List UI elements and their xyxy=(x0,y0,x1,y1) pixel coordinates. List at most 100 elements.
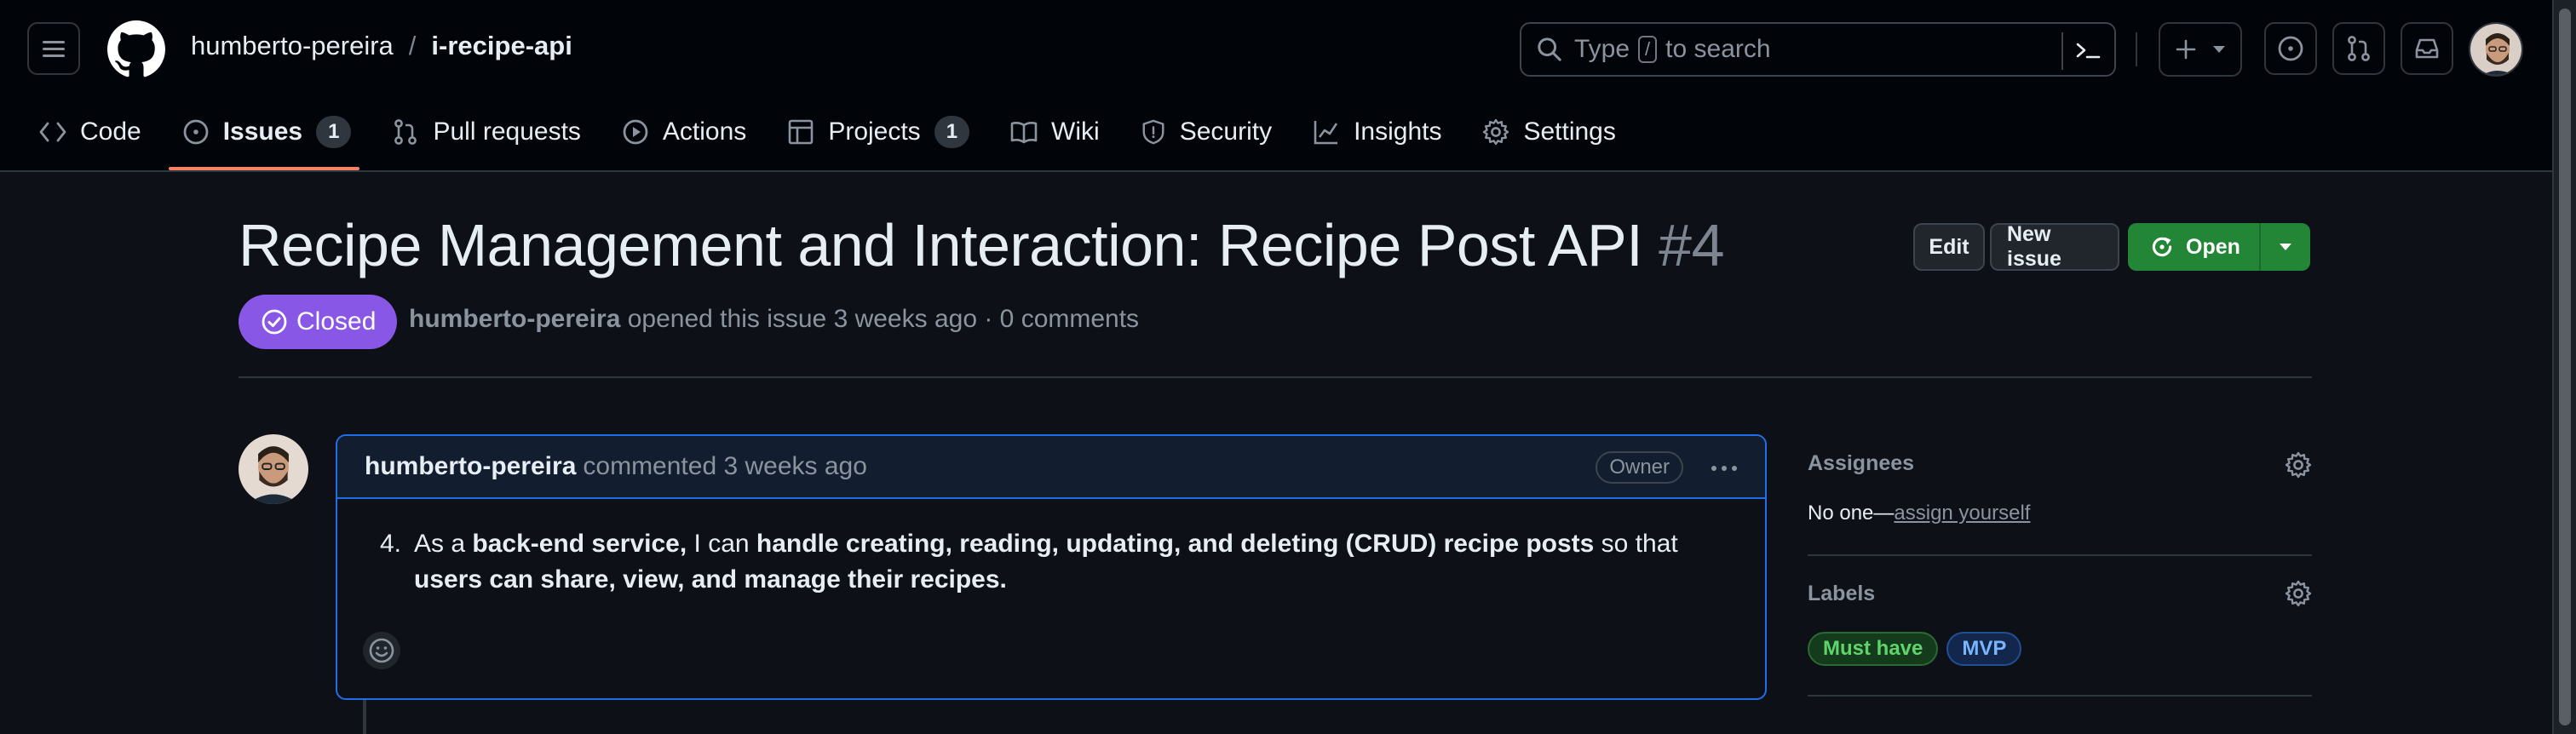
tab-code[interactable]: Code xyxy=(39,112,141,152)
menu-button[interactable] xyxy=(27,22,80,75)
tab-projects-counter: 1 xyxy=(934,116,970,148)
assignees-value: No one—assign yourself xyxy=(1808,502,2312,525)
pull-requests-shortcut-button[interactable] xyxy=(2332,22,2385,75)
issue-opened-icon xyxy=(183,119,209,145)
gear-icon xyxy=(2285,580,2312,607)
body-text-1: As a xyxy=(414,530,473,558)
body-bold-2: handle creating, reading, updating, and … xyxy=(756,530,1595,558)
play-icon xyxy=(623,119,648,145)
issue-meta: humberto-pereira opened this issue 3 wee… xyxy=(409,305,1139,334)
scrollbar-thumb[interactable] xyxy=(2559,9,2571,725)
edit-button[interactable]: Edit xyxy=(1913,223,1985,271)
gear-icon xyxy=(2285,451,2312,479)
inbox-icon xyxy=(2415,38,2439,59)
issue-comment: humberto-pereira commented 3 weeks ago O… xyxy=(336,434,1767,700)
list-item-number: 4. xyxy=(380,530,402,558)
label-must-have[interactable]: Must have xyxy=(1808,632,1939,666)
new-issue-button[interactable]: New issue xyxy=(1990,222,2119,271)
hamburger-icon xyxy=(43,41,65,57)
issue-opened-icon xyxy=(2278,36,2303,61)
labels-settings-button[interactable] xyxy=(2285,580,2312,611)
open-button-label: Open xyxy=(2186,234,2240,259)
owner-badge: Owner xyxy=(1596,451,1683,484)
body-bold-3: users can share, view, and manage their … xyxy=(414,565,1007,594)
code-icon xyxy=(39,122,66,142)
comment-header: humberto-pereira commented 3 weeks ago O… xyxy=(337,436,1765,499)
tab-security[interactable]: Security xyxy=(1141,112,1272,152)
body-bold-1: back-end service, xyxy=(472,530,687,558)
tab-wiki-label: Wiki xyxy=(1051,118,1100,146)
tab-pull-requests[interactable]: Pull requests xyxy=(392,112,581,152)
labels-section: Labels Must have MVP xyxy=(1808,580,2312,697)
avatar-image xyxy=(239,434,308,504)
issue-title-text: Recipe Management and Interaction: Recip… xyxy=(239,212,1643,278)
tab-projects[interactable]: Projects 1 xyxy=(787,112,970,152)
command-palette-button[interactable] xyxy=(2061,32,2114,70)
kebab-horizontal-icon xyxy=(1711,466,1737,471)
tab-actions[interactable]: Actions xyxy=(622,112,746,152)
open-options-dropdown[interactable] xyxy=(2261,243,2310,251)
scrollbar-track[interactable] xyxy=(2552,0,2576,734)
reopen-button[interactable]: Open xyxy=(2128,223,2261,271)
tab-wiki[interactable]: Wiki xyxy=(1010,112,1100,152)
assign-yourself-link[interactable]: assign yourself xyxy=(1894,502,2030,525)
active-tab-underline xyxy=(169,167,359,170)
github-logo[interactable] xyxy=(107,20,165,83)
breadcrumb: humberto-pereira / i-recipe-api xyxy=(191,31,572,61)
repo-nav: Code Issues 1 Pull requests Actions Proj… xyxy=(39,112,1657,152)
breadcrumb-repo[interactable]: i-recipe-api xyxy=(431,31,572,61)
table-icon xyxy=(789,119,814,145)
tab-insights[interactable]: Insights xyxy=(1313,112,1441,152)
issue-reopened-icon xyxy=(2152,237,2172,257)
tab-issues-counter: 1 xyxy=(316,116,352,148)
issue-author-link[interactable]: humberto-pereira xyxy=(409,305,620,333)
breadcrumb-owner[interactable]: humberto-pereira xyxy=(191,31,394,61)
tab-settings[interactable]: Settings xyxy=(1482,112,1616,152)
search-input[interactable]: Type / to search xyxy=(1520,22,2116,77)
git-pull-request-icon xyxy=(2348,36,2370,61)
issue-closed-icon xyxy=(262,309,287,335)
open-issue-button[interactable]: Open xyxy=(2128,223,2310,271)
shield-icon xyxy=(1142,119,1164,145)
terminal-icon xyxy=(2076,43,2101,59)
sidebar-divider xyxy=(1808,695,2312,697)
git-pull-request-icon xyxy=(394,119,417,145)
tab-settings-label: Settings xyxy=(1523,118,1616,146)
github-mark-icon xyxy=(107,20,165,77)
header-divider xyxy=(2136,32,2137,66)
tab-pull-requests-label: Pull requests xyxy=(433,118,581,146)
tab-actions-label: Actions xyxy=(662,118,747,146)
comment-author-avatar[interactable] xyxy=(239,434,308,504)
assignees-settings-button[interactable] xyxy=(2285,451,2312,483)
list-item: As a back-end service, I can handle crea… xyxy=(385,526,1738,598)
tab-code-label: Code xyxy=(80,118,141,146)
gear-icon xyxy=(1483,118,1509,146)
header-divider-line xyxy=(239,376,2312,378)
labels-heading: Labels xyxy=(1808,582,1876,605)
plus-icon xyxy=(2176,39,2196,60)
comment-timestamp[interactable]: commented 3 weeks ago xyxy=(583,452,867,481)
search-suffix: to search xyxy=(1665,35,1771,63)
comment-options-button[interactable] xyxy=(1709,456,1739,485)
create-new-button[interactable] xyxy=(2159,22,2242,77)
body-text-3: so that xyxy=(1594,530,1678,558)
triangle-down-icon xyxy=(2280,244,2291,250)
issues-shortcut-button[interactable] xyxy=(2264,22,2317,75)
timeline-line xyxy=(363,700,366,734)
assignees-heading: Assignees xyxy=(1808,451,1915,475)
assignees-section: Assignees No one—assign yourself xyxy=(1808,451,2312,556)
comment-author-link[interactable]: humberto-pereira xyxy=(365,452,576,481)
comment-body: 4. As a back-end service, I can handle c… xyxy=(337,499,1765,598)
labels-list: Must have MVP xyxy=(1808,632,2312,666)
issue-number: #4 xyxy=(1659,212,1725,278)
label-mvp[interactable]: MVP xyxy=(1946,632,2022,666)
assignees-none: No one— xyxy=(1808,502,1895,525)
search-prefix: Type xyxy=(1574,35,1630,63)
add-reaction-button[interactable] xyxy=(363,632,400,669)
tab-issues[interactable]: Issues 1 xyxy=(182,112,352,152)
inbox-button[interactable] xyxy=(2401,22,2453,75)
tab-projects-label: Projects xyxy=(828,118,921,146)
tab-security-label: Security xyxy=(1179,118,1273,146)
tab-issues-label: Issues xyxy=(222,118,303,146)
user-avatar[interactable] xyxy=(2469,22,2523,77)
